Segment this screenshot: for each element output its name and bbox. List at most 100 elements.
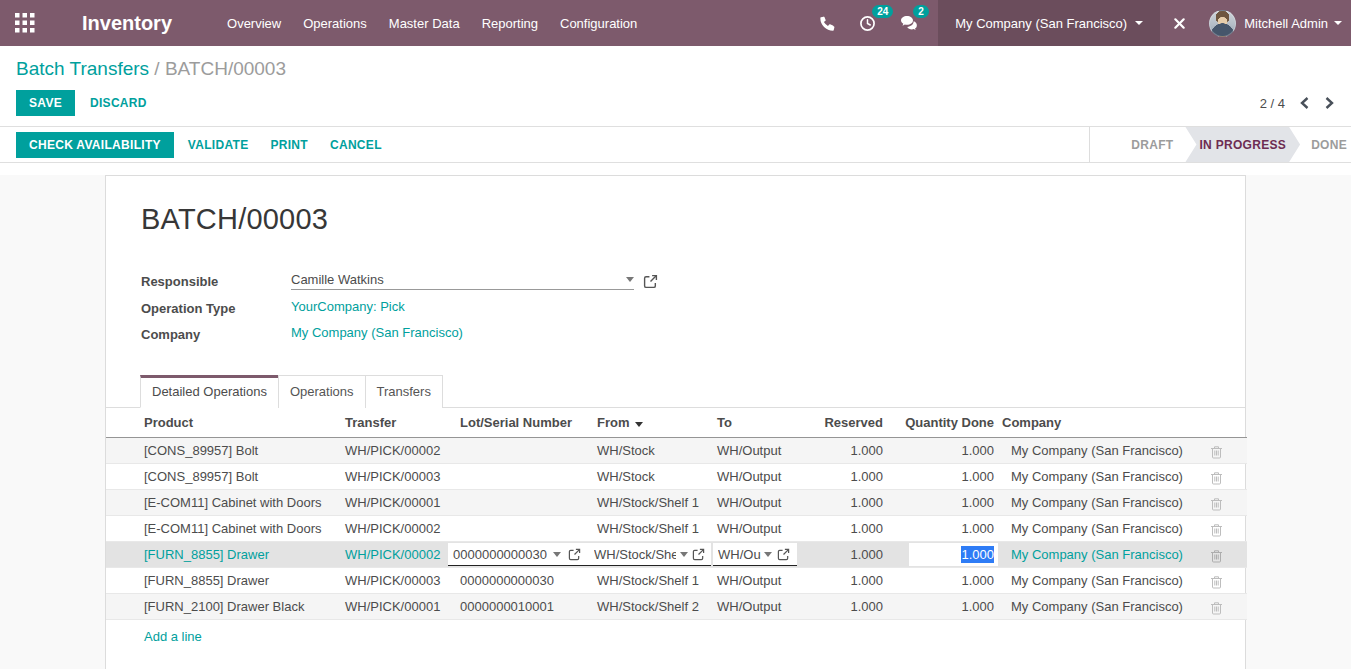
delete-row-button[interactable] <box>1203 594 1247 620</box>
statusbar: CHECK AVAILABILITY VALIDATE PRINT CANCEL… <box>0 126 1351 163</box>
form-sheet: BATCH/00003 Responsible Camille Watkins … <box>105 175 1246 669</box>
col-reserved[interactable]: Reserved <box>801 408 887 438</box>
external-link-icon[interactable] <box>568 548 581 561</box>
table-row[interactable]: [FURN_2100] Drawer Black WH/PICK/00001 0… <box>106 594 1247 620</box>
top-navbar: Inventory Overview Operations Master Dat… <box>0 0 1351 46</box>
menu-master-data[interactable]: Master Data <box>378 0 471 46</box>
content-area: BATCH/00003 Responsible Camille Watkins … <box>0 175 1351 669</box>
responsible-field[interactable]: Camille Watkins <box>291 272 634 290</box>
messages-button[interactable]: 2 <box>888 0 930 46</box>
add-a-line-link[interactable]: Add a line <box>106 620 202 644</box>
menu-operations[interactable]: Operations <box>292 0 378 46</box>
tab-operations[interactable]: Operations <box>278 375 366 408</box>
from-cell-editing[interactable]: WH/Stock/She <box>593 542 713 568</box>
breadcrumb-current: BATCH/00003 <box>165 58 286 79</box>
lot-cell-editing[interactable]: 0000000000030 <box>456 542 593 568</box>
debug-tools-button[interactable] <box>1160 0 1199 46</box>
delete-row-button[interactable] <box>1203 568 1247 594</box>
col-to[interactable]: To <box>713 408 801 438</box>
tab-detailed-operations[interactable]: Detailed Operations <box>140 375 279 408</box>
qty-cell-editing[interactable]: 1.000 <box>887 542 998 568</box>
pager-value: 2 / 4 <box>1260 96 1285 111</box>
notebook: Detailed Operations Operations Transfers… <box>106 375 1245 645</box>
delete-row-button[interactable] <box>1203 542 1247 568</box>
chevron-down-icon <box>1135 21 1143 25</box>
trash-icon <box>1210 601 1223 615</box>
company-label: Company <box>141 325 291 342</box>
discard-button[interactable]: DISCARD <box>90 96 147 110</box>
pager-next-icon[interactable] <box>1324 96 1335 110</box>
apps-menu-button[interactable] <box>0 0 51 46</box>
table-row-selected[interactable]: [FURN_8855] Drawer WH/PICK/00002 0000000… <box>106 542 1247 568</box>
table-row[interactable]: [FURN_8855] Drawer WH/PICK/00003 0000000… <box>106 568 1247 594</box>
external-link-icon[interactable] <box>777 548 790 561</box>
chevron-down-icon <box>1334 21 1342 25</box>
print-button[interactable]: PRINT <box>270 138 308 152</box>
table-row[interactable]: [CONS_89957] Bolt WH/PICK/00003 WH/Stock… <box>106 464 1247 490</box>
from-input[interactable]: WH/Stock/She <box>589 543 711 566</box>
dropdown-caret-icon[interactable] <box>553 552 561 557</box>
breadcrumb: Batch Transfers / BATCH/00003 <box>16 58 1335 80</box>
table-row[interactable]: [E-COM11] Cabinet with Doors WH/PICK/000… <box>106 490 1247 516</box>
dropdown-caret-icon[interactable] <box>626 277 634 282</box>
to-cell-editing[interactable]: WH/Ou <box>713 542 801 568</box>
col-product[interactable]: Product <box>106 408 341 438</box>
user-name: Mitchell Admin <box>1244 16 1328 31</box>
detailed-operations-table: Product Transfer Lot/Serial Number From … <box>106 408 1247 620</box>
dropdown-caret-icon[interactable] <box>764 552 772 557</box>
to-input[interactable]: WH/Ou <box>713 543 797 566</box>
activities-button[interactable]: 24 <box>847 0 888 46</box>
delete-row-button[interactable] <box>1203 490 1247 516</box>
operation-type-value[interactable]: YourCompany: Pick <box>291 299 405 316</box>
message-count-badge: 2 <box>913 5 929 18</box>
breadcrumb-batch-transfers[interactable]: Batch Transfers <box>16 58 149 79</box>
main-menu: Overview Operations Master Data Reportin… <box>216 0 648 46</box>
table-row[interactable]: [CONS_89957] Bolt WH/PICK/00002 WH/Stock… <box>106 438 1247 464</box>
menu-reporting[interactable]: Reporting <box>471 0 549 46</box>
save-button[interactable]: SAVE <box>16 90 75 116</box>
stage-done[interactable]: DONE <box>1300 127 1351 162</box>
table-row[interactable]: [E-COM11] Cabinet with Doors WH/PICK/000… <box>106 516 1247 542</box>
user-menu[interactable]: Mitchell Admin <box>1199 0 1351 46</box>
tab-transfers[interactable]: Transfers <box>365 375 443 408</box>
pager-previous-icon[interactable] <box>1299 96 1310 110</box>
pager: 2 / 4 <box>1260 96 1335 111</box>
tools-icon <box>1172 16 1187 31</box>
phone-icon <box>819 15 835 31</box>
delete-row-button[interactable] <box>1203 438 1247 464</box>
lot-input[interactable]: 0000000000030 <box>448 543 591 566</box>
company-value[interactable]: My Company (San Francisco) <box>291 325 463 342</box>
breadcrumb-separator: / <box>154 58 159 79</box>
delete-row-button[interactable] <box>1203 464 1247 490</box>
validate-button[interactable]: VALIDATE <box>188 138 249 152</box>
menu-overview[interactable]: Overview <box>216 0 292 46</box>
stage-in-progress[interactable]: IN PROGRESS <box>1185 127 1300 162</box>
trash-icon <box>1210 445 1223 459</box>
col-company[interactable]: Company <box>998 408 1203 438</box>
col-transfer[interactable]: Transfer <box>341 408 456 438</box>
trash-icon <box>1210 575 1223 589</box>
menu-configuration[interactable]: Configuration <box>549 0 648 46</box>
quantity-done-input[interactable]: 1.000 <box>909 543 998 566</box>
operation-type-label: Operation Type <box>141 299 291 316</box>
cancel-button[interactable]: CANCEL <box>330 138 382 152</box>
company-switcher-label: My Company (San Francisco) <box>955 16 1127 31</box>
col-from[interactable]: From <box>593 408 713 438</box>
col-qty-done[interactable]: Quantity Done <box>887 408 998 438</box>
responsible-label: Responsible <box>141 272 291 290</box>
delete-row-button[interactable] <box>1203 516 1247 542</box>
phone-button[interactable] <box>807 0 847 46</box>
dropdown-caret-icon[interactable] <box>680 552 688 557</box>
record-title: BATCH/00003 <box>106 203 1245 236</box>
company-switcher[interactable]: My Company (San Francisco) <box>938 0 1160 46</box>
stage-draft[interactable]: DRAFT <box>1090 127 1185 162</box>
sort-desc-icon <box>635 422 643 427</box>
app-title[interactable]: Inventory <box>51 12 172 35</box>
systray: 24 2 My Company (San Francisco) Mitchell… <box>807 0 1351 46</box>
col-lot[interactable]: Lot/Serial Number <box>456 408 593 438</box>
external-link-icon[interactable] <box>643 272 658 290</box>
form-fields: Responsible Camille Watkins Operation Ty… <box>106 236 1245 342</box>
control-panel: Batch Transfers / BATCH/00003 SAVE DISCA… <box>0 46 1351 126</box>
check-availability-button[interactable]: CHECK AVAILABILITY <box>16 132 174 158</box>
external-link-icon[interactable] <box>692 548 705 561</box>
